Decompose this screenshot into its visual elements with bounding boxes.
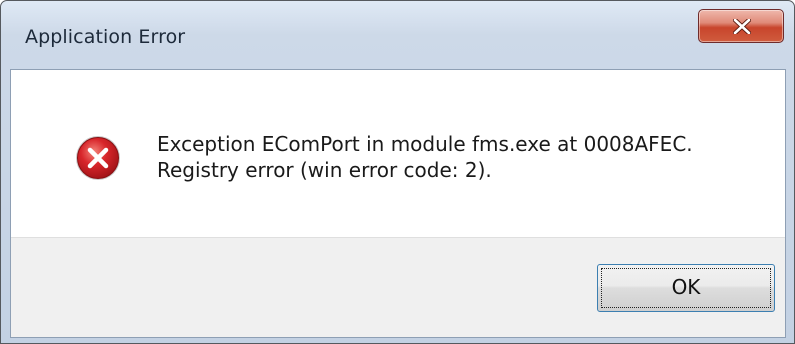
title-bar[interactable]: Application Error [1,1,794,69]
error-message-line-2: Registry error (win error code: 2). [157,158,492,182]
close-button[interactable] [698,9,784,43]
error-dialog-window: Application Error Exception EComPort in … [0,0,795,344]
message-area: Exception EComPort in module fms.exe at … [11,70,785,237]
error-message-line-1: Exception EComPort in module fms.exe at … [157,132,693,156]
ok-button[interactable]: OK [597,264,775,312]
close-icon [733,19,751,34]
error-icon [76,136,120,180]
button-bar: OK [11,237,785,337]
window-title: Application Error [25,26,186,48]
dialog-content: Exception EComPort in module fms.exe at … [10,69,786,338]
error-message: Exception EComPort in module fms.exe at … [157,131,693,183]
